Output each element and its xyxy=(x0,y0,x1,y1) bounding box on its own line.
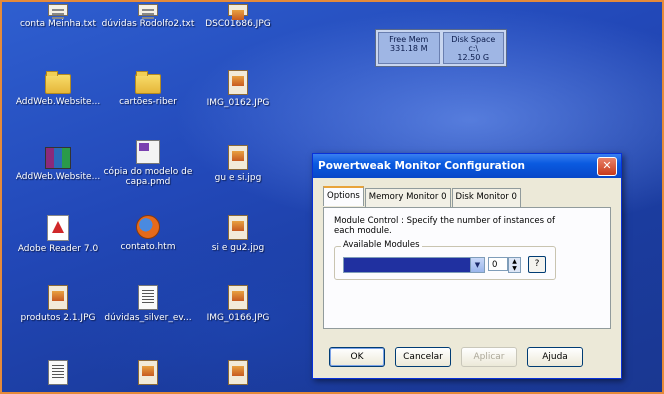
jpg-image-icon xyxy=(228,360,248,385)
desktop-icon-label: dúvidas_silver_ev... xyxy=(104,313,192,323)
module-control-description: Module Control : Specify the number of i… xyxy=(334,216,555,236)
modules-dropdown[interactable]: ▼ xyxy=(343,257,485,273)
options-panel: Module Control : Specify the number of i… xyxy=(323,207,611,329)
jpg-image-icon xyxy=(228,70,248,95)
disk-space-value: 12.50 G xyxy=(457,53,490,62)
desktop-icon-label: AddWeb.Website... xyxy=(15,172,101,182)
tab-options[interactable]: Options xyxy=(323,186,364,206)
desktop-icon[interactable]: gu e si.jpg xyxy=(188,145,288,183)
desktop-icon[interactable]: contato.htm xyxy=(98,215,198,252)
close-button[interactable]: ✕ xyxy=(597,157,617,176)
desktop-icon[interactable]: si e gu2.jpg xyxy=(188,215,288,253)
dialog-titlebar[interactable]: Powertweak Monitor Configuration ✕ xyxy=(313,154,621,178)
tab-strip: Options Memory Monitor 0 Disk Monitor 0 xyxy=(323,186,522,208)
ok-button[interactable]: OK xyxy=(329,347,385,367)
jpg-image-icon xyxy=(138,360,158,385)
desktop-icon[interactable]: Adobe Reader 7.0 xyxy=(8,215,108,254)
desktop-icon[interactable]: AddWeb.Website... xyxy=(8,70,108,107)
count-spinner[interactable]: ▲ ▼ xyxy=(508,257,521,273)
desktop-icon-label: Adobe Reader 7.0 xyxy=(17,244,99,254)
desktop-icon[interactable] xyxy=(188,360,288,388)
desktop-icon[interactable]: cartões-riber xyxy=(98,70,198,107)
desktop-icon[interactable]: IMG_0166.JPG xyxy=(188,285,288,323)
winrar-archive-icon xyxy=(45,147,71,169)
folder-icon xyxy=(135,71,161,94)
help-button[interactable]: ? xyxy=(528,256,546,273)
chevron-down-icon[interactable]: ▼ xyxy=(470,257,485,273)
desktop-icon[interactable]: DSC01686.JPG xyxy=(188,4,288,29)
dialog-title: Powertweak Monitor Configuration xyxy=(318,160,526,172)
close-icon: ✕ xyxy=(602,159,612,172)
powertweak-config-dialog: Powertweak Monitor Configuration ✕ Optio… xyxy=(312,153,622,379)
desktop-icon[interactable]: AddWeb.Website... xyxy=(8,145,108,182)
desktop-icon-label: IMG_0162.JPG xyxy=(206,98,270,108)
desktop-icon[interactable]: dúvidas_silver_ev... xyxy=(98,285,198,323)
desktop-background: conta Meinha.txt AddWeb.Website... AddWe… xyxy=(0,0,664,394)
desktop-icon[interactable]: cópia do modelo de capa.pmd xyxy=(98,140,198,187)
adobe-reader-icon xyxy=(47,215,69,241)
free-mem-cell: Free Mem 331.18 M xyxy=(378,32,440,64)
tab-disk-monitor[interactable]: Disk Monitor 0 xyxy=(451,188,521,208)
folder-icon xyxy=(45,71,71,94)
disk-space-cell: Disk Space c:\ 12.50 G xyxy=(442,32,504,64)
firefox-icon xyxy=(136,215,160,239)
disk-drive: c:\ xyxy=(468,44,479,53)
help-action-button[interactable]: Ajuda xyxy=(527,347,583,367)
available-modules-label: Available Modules xyxy=(341,240,422,250)
disk-space-label: Disk Space xyxy=(451,35,496,44)
desktop-icon[interactable] xyxy=(98,360,198,388)
apply-button[interactable]: Aplicar xyxy=(461,347,517,367)
jpg-image-icon xyxy=(228,4,248,20)
desktop-icon-label: cópia do modelo de capa.pmd xyxy=(103,167,193,187)
dialog-button-row: OK Cancelar Aplicar Ajuda xyxy=(329,347,583,367)
desktop-icon-label: gu e si.jpg xyxy=(214,173,262,183)
desktop-icon[interactable]: conta Meinha.txt xyxy=(8,4,108,29)
desktop-icon-label: AddWeb.Website... xyxy=(15,97,101,107)
jpg-image-icon xyxy=(228,285,248,310)
cancel-button[interactable]: Cancelar xyxy=(395,347,451,367)
free-mem-label: Free Mem xyxy=(389,35,429,44)
desktop-icon-label: dúvidas Rodolfo2.txt xyxy=(101,19,195,29)
jpg-image-icon xyxy=(228,145,248,170)
desktop-icon-label: conta Meinha.txt xyxy=(19,19,97,29)
document-icon xyxy=(48,360,68,385)
module-count-input[interactable]: 0 xyxy=(488,257,508,271)
desktop-icon[interactable]: dúvidas Rodolfo2.txt xyxy=(98,4,198,29)
desktop-icon[interactable] xyxy=(8,360,108,388)
text-file-icon xyxy=(138,4,158,16)
document-icon xyxy=(138,285,158,310)
pagemaker-file-icon xyxy=(136,140,160,164)
desktop-icon-label: contato.htm xyxy=(120,242,176,252)
desktop-icon[interactable]: produtos 2.1.JPG xyxy=(8,285,108,323)
desktop-icon-label: si e gu2.jpg xyxy=(211,243,265,253)
desktop-icon-label: IMG_0166.JPG xyxy=(206,313,270,323)
desktop-icon-label: cartões-riber xyxy=(119,97,177,107)
tab-memory-monitor[interactable]: Memory Monitor 0 xyxy=(364,188,451,208)
text-file-icon xyxy=(48,4,68,16)
desktop-icon-label: DSC01686.JPG xyxy=(205,19,271,29)
free-mem-value: 331.18 M xyxy=(390,44,428,53)
desktop-icon[interactable]: IMG_0162.JPG xyxy=(188,70,288,108)
available-modules-group: Available Modules ▼ 0 ▲ ▼ ? xyxy=(334,240,556,280)
desktop-icon-label: produtos 2.1.JPG xyxy=(20,313,96,323)
powertweak-monitor-widget[interactable]: Free Mem 331.18 M Disk Space c:\ 12.50 G xyxy=(375,29,507,67)
jpg-image-icon xyxy=(228,215,248,240)
jpg-image-icon xyxy=(48,285,68,310)
